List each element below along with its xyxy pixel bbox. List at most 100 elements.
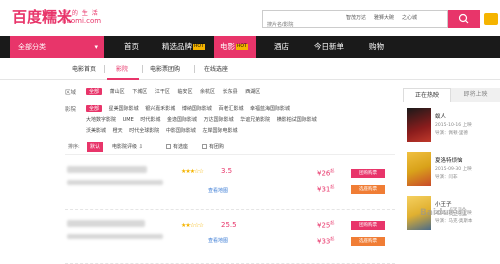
seat-price: ¥33起 bbox=[317, 236, 335, 246]
cinema-option[interactable]: 中影国际影城 bbox=[166, 128, 196, 134]
movie-director: 导演：马克·奥斯本 bbox=[435, 219, 473, 224]
tab-coming-soon[interactable]: 即将上映 bbox=[451, 88, 500, 102]
nav-item-today[interactable]: 今日新单 bbox=[314, 36, 344, 58]
deal-price: ¥26起 bbox=[317, 168, 335, 178]
watermark: Baidu经验 bbox=[420, 208, 467, 218]
hot-keyword[interactable]: 智茂万达 bbox=[346, 14, 366, 21]
nav-item-brands[interactable]: 精选品牌 HOT bbox=[162, 36, 205, 58]
hot-badge: HOT bbox=[193, 44, 205, 50]
cinema-option[interactable]: 华谊兄弟影院 bbox=[240, 117, 270, 123]
cinema-option[interactable]: 金逸国际影城 bbox=[167, 117, 197, 123]
cinema-name-blurred bbox=[67, 220, 145, 227]
cinema-option[interactable]: 时代全球影院 bbox=[129, 128, 159, 134]
main-nav: 全部分类 ▾ 首页 精选品牌 HOT 电影 HOT 酒店 今日新单 购物 bbox=[0, 36, 500, 58]
cinema-option[interactable]: 沃美影城 bbox=[86, 128, 106, 134]
hot-badge: HOT bbox=[236, 44, 248, 50]
search-input[interactable] bbox=[263, 17, 333, 33]
cinema-address-blurred bbox=[67, 180, 163, 185]
area-option[interactable]: 临安区 bbox=[177, 89, 192, 95]
nav-item-shopping[interactable]: 购物 bbox=[369, 36, 384, 58]
area-filter: 全部 萧山区 下城区 江干区 临安区 余杭区 长东县 西湖区 bbox=[86, 88, 260, 95]
chevron-down-icon: ▾ bbox=[94, 43, 98, 51]
all-categories-button[interactable]: 全部分类 ▾ bbox=[10, 36, 104, 58]
cinema-option[interactable]: 星美国际影城 bbox=[109, 106, 139, 112]
movie-title[interactable]: 蚁人 bbox=[435, 112, 446, 120]
sort-default-button[interactable]: 默认 bbox=[87, 142, 104, 152]
tab-ticket-deals[interactable]: 电影票团购 bbox=[150, 64, 180, 73]
movie-date: 2015-10-16 上映 bbox=[435, 123, 472, 128]
checkbox[interactable] bbox=[202, 144, 207, 149]
movie-tabs: 正在热映 即将上映 bbox=[403, 88, 500, 102]
deal-price: ¥25起 bbox=[317, 220, 335, 230]
star-rating-icon: ★★★☆☆ bbox=[181, 168, 204, 175]
seat-checkbox[interactable]: 有选座 bbox=[163, 142, 191, 152]
nav-item-movies[interactable]: 电影 HOT bbox=[214, 36, 256, 58]
movie-poster[interactable] bbox=[407, 108, 431, 142]
divider bbox=[104, 65, 105, 73]
cinema-option[interactable]: 时代影城 bbox=[140, 117, 160, 123]
cinema-row: ★★★☆☆ 3.5 查看地图 ¥26起 ¥31起 团购购票 选座购票 bbox=[65, 160, 395, 210]
checkbox[interactable] bbox=[166, 144, 171, 149]
all-categories-label: 全部分类 bbox=[18, 43, 46, 51]
cinema-option[interactable]: 橙天 bbox=[113, 128, 123, 134]
buy-deal-button[interactable]: 团购购票 bbox=[351, 169, 385, 178]
divider bbox=[194, 65, 195, 73]
movie-title[interactable]: 夏洛特烦恼 bbox=[435, 156, 463, 164]
sort-bar: 排序: 默认 电影院评级 ⇩ 有选座 有团购 bbox=[65, 141, 395, 155]
cinema-option[interactable]: 幸福蓝海国际影城 bbox=[250, 106, 290, 112]
hot-keyword[interactable]: 雅狮大碗 bbox=[374, 14, 394, 21]
top-header: 百度糯米 我 的 生 活 nuomi.com 智茂万达 雅狮大碗 之心城 bbox=[0, 0, 500, 36]
cart-icon[interactable] bbox=[484, 13, 498, 25]
seat-price: ¥31起 bbox=[317, 184, 335, 194]
sort-label: 排序: bbox=[68, 144, 80, 150]
area-option[interactable]: 西湖区 bbox=[245, 89, 260, 95]
sort-rating-button[interactable]: 电影院评级 ⇩ bbox=[109, 142, 146, 152]
buy-deal-button[interactable]: 团购购票 bbox=[351, 221, 385, 230]
cinema-row: ★★☆☆☆ 25.5 查看地图 ¥25起 ¥33起 团购购票 选座购票 bbox=[65, 214, 395, 264]
cinema-address-blurred bbox=[67, 234, 163, 239]
select-seat-button[interactable]: 选座购票 bbox=[351, 237, 385, 246]
cinema-option[interactable]: 博纳国际影城 bbox=[182, 106, 212, 112]
cinema-option[interactable]: 百老汇影城 bbox=[218, 106, 243, 112]
hot-keyword[interactable]: 之心城 bbox=[402, 14, 417, 21]
deal-checkbox[interactable]: 有团购 bbox=[199, 142, 227, 152]
cinema-filter-row: 大地数字影院 UME 时代影城 金逸国际影城 万达国际影城 华谊兄弟影院 横影柏… bbox=[86, 116, 317, 123]
cinema-option[interactable]: 大地数字影院 bbox=[86, 117, 116, 123]
cinema-option[interactable]: 万达国际影城 bbox=[204, 117, 234, 123]
cinema-option[interactable]: 横影柏试国际影城 bbox=[277, 117, 317, 123]
cinema-label: 影院 bbox=[65, 107, 77, 113]
area-label: 区域 bbox=[65, 90, 77, 96]
cinema-option[interactable]: 银兴嘉禾影城 bbox=[145, 106, 175, 112]
cinema-option[interactable]: UME bbox=[123, 117, 134, 123]
movie-poster[interactable] bbox=[407, 152, 431, 186]
cinema-option[interactable]: 全部 bbox=[86, 105, 103, 112]
nav-item-hotel[interactable]: 酒店 bbox=[274, 36, 289, 58]
logo-domain: nuomi.com bbox=[62, 17, 102, 25]
area-option[interactable]: 全部 bbox=[86, 88, 103, 95]
cinema-filter-row: 全部 星美国际影城 银兴嘉禾影城 博纳国际影城 百老汇影城 幸福蓝海国际影城 bbox=[86, 105, 290, 112]
area-option[interactable]: 萧山区 bbox=[110, 89, 125, 95]
cinema-filter-row: 沃美影城 橙天 时代全球影院 中影国际影城 左岸国际电影城 bbox=[86, 127, 237, 134]
movie-director: 导演：闫非 bbox=[435, 175, 458, 180]
movie-date: 2015-09-30 上映 bbox=[435, 167, 472, 172]
nav-item-home[interactable]: 首页 bbox=[124, 36, 139, 58]
tab-cinema[interactable]: 影院 bbox=[116, 64, 128, 73]
area-option[interactable]: 江干区 bbox=[155, 89, 170, 95]
divider bbox=[142, 65, 143, 73]
cinema-name-blurred bbox=[67, 166, 147, 173]
cinema-score: 3.5 bbox=[221, 167, 233, 175]
movie-director: 导演：佩顿·里德 bbox=[435, 131, 468, 136]
select-seat-button[interactable]: 选座购票 bbox=[351, 185, 385, 194]
tab-movie-home[interactable]: 电影首页 bbox=[72, 64, 96, 73]
area-option[interactable]: 余杭区 bbox=[200, 89, 215, 95]
area-option[interactable]: 下城区 bbox=[132, 89, 147, 95]
view-map-link[interactable]: 查看地图 bbox=[208, 187, 228, 194]
search-button[interactable] bbox=[448, 10, 480, 28]
tab-seat-selection[interactable]: 在线选座 bbox=[204, 64, 228, 73]
view-map-link[interactable]: 查看地图 bbox=[208, 237, 228, 244]
tab-now-showing[interactable]: 正在热映 bbox=[403, 88, 451, 102]
cinema-option[interactable]: 左岸国际电影城 bbox=[202, 128, 237, 134]
star-rating-icon: ★★☆☆☆ bbox=[181, 222, 204, 229]
sub-tabs: 电影首页 影院 电影票团购 在线选座 bbox=[0, 58, 500, 80]
area-option[interactable]: 长东县 bbox=[223, 89, 238, 95]
